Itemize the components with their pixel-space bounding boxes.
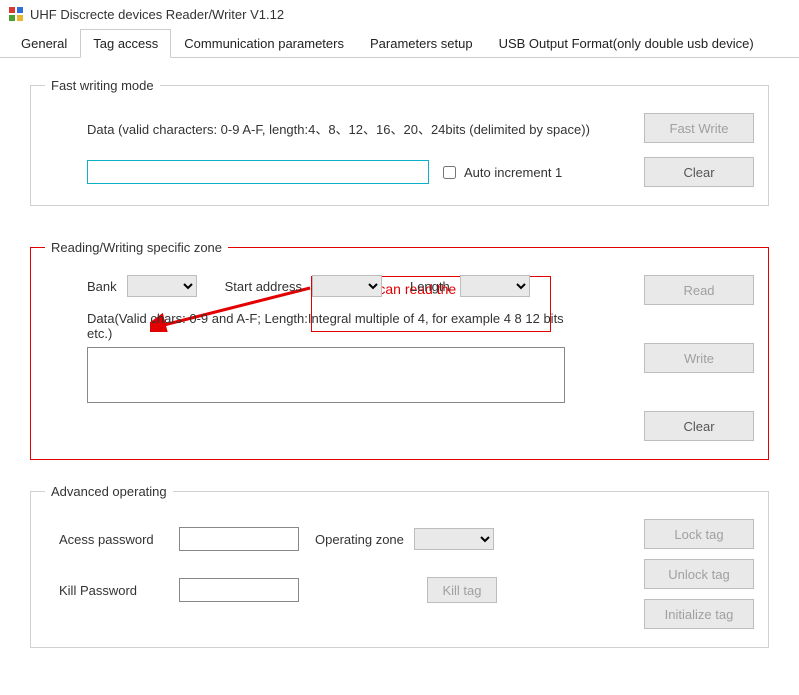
tab-general[interactable]: General <box>8 29 80 58</box>
fast-write-input[interactable] <box>87 160 429 184</box>
tab-usb-output[interactable]: USB Output Format(only double usb device… <box>486 29 767 58</box>
write-button[interactable]: Write <box>644 343 754 373</box>
read-button[interactable]: Read <box>644 275 754 305</box>
advanced-legend: Advanced operating <box>45 484 173 499</box>
rw-data-textarea[interactable] <box>87 347 565 403</box>
kill-tag-button[interactable]: Kill tag <box>427 577 497 603</box>
bank-label: Bank <box>87 279 117 294</box>
tab-params-setup[interactable]: Parameters setup <box>357 29 486 58</box>
initialize-tag-button[interactable]: Initialize tag <box>644 599 754 629</box>
auto-increment-checkbox-wrap[interactable]: Auto increment 1 <box>439 163 562 182</box>
tab-content: Fast writing mode Data (valid characters… <box>0 58 799 692</box>
tab-bar: General Tag access Communication paramet… <box>0 28 799 58</box>
access-password-label: Acess password <box>59 532 169 547</box>
fast-writing-group: Fast writing mode Data (valid characters… <box>30 78 769 206</box>
start-addr-label: Start address <box>225 279 302 294</box>
titlebar: UHF Discrecte devices Reader/Writer V1.1… <box>0 0 799 28</box>
operating-zone-label: Operating zone <box>315 532 404 547</box>
start-addr-select[interactable] <box>312 275 382 297</box>
tab-comm-params[interactable]: Communication parameters <box>171 29 357 58</box>
unlock-tag-button[interactable]: Unlock tag <box>644 559 754 589</box>
kill-password-input[interactable] <box>179 578 299 602</box>
rw-data-hint: Data(Valid chars: 0-9 and A-F; Length:In… <box>87 311 565 341</box>
rw-clear-button[interactable]: Clear <box>644 411 754 441</box>
kill-password-label: Kill Password <box>59 583 169 598</box>
rw-zone-legend: Reading/Writing specific zone <box>45 240 228 255</box>
window-title: UHF Discrecte devices Reader/Writer V1.1… <box>30 7 284 22</box>
fast-writing-legend: Fast writing mode <box>45 78 160 93</box>
length-select[interactable] <box>460 275 530 297</box>
length-label: Length <box>410 279 450 294</box>
fast-write-clear-button[interactable]: Clear <box>644 157 754 187</box>
bank-select[interactable] <box>127 275 197 297</box>
fast-write-button[interactable]: Fast Write <box>644 113 754 143</box>
tab-tag-access[interactable]: Tag access <box>80 29 171 58</box>
operating-zone-select[interactable] <box>414 528 494 550</box>
auto-increment-checkbox[interactable] <box>443 166 456 179</box>
fast-write-data-label: Data (valid characters: 0-9 A-F, length:… <box>87 119 634 138</box>
access-password-input[interactable] <box>179 527 299 551</box>
advanced-group: Advanced operating Acess password Operat… <box>30 484 769 648</box>
rw-zone-group: Reading/Writing specific zone Bank Start… <box>30 240 769 460</box>
app-icon <box>8 6 24 22</box>
auto-increment-label: Auto increment 1 <box>464 165 562 180</box>
lock-tag-button[interactable]: Lock tag <box>644 519 754 549</box>
